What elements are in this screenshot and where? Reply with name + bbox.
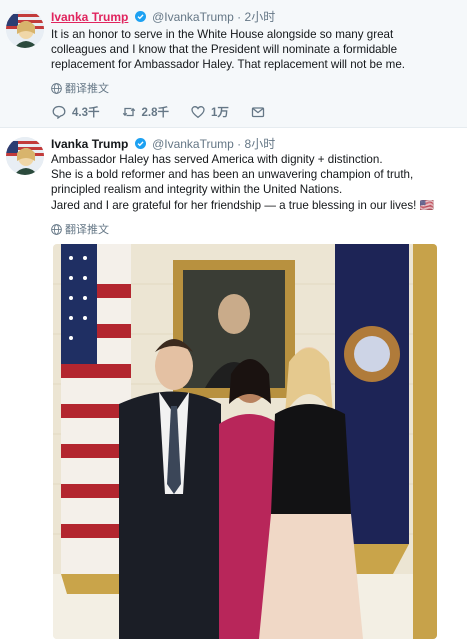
message-icon bbox=[251, 107, 265, 118]
timestamp[interactable]: 8小时 bbox=[245, 137, 276, 151]
translate-label: 翻译推文 bbox=[65, 224, 109, 236]
tweet-header: Ivanka Trump @IvankaTrump · 2小时 bbox=[51, 9, 275, 25]
tweet-1: Ivanka Trump @IvankaTrump · 2小时 It is an… bbox=[0, 0, 467, 128]
separator-dot: · bbox=[237, 137, 242, 151]
like-count: 1万 bbox=[211, 107, 229, 119]
like-icon bbox=[191, 106, 205, 119]
tweet-text: It is an honor to serve in the White Hou… bbox=[51, 28, 405, 72]
direct-message-button[interactable] bbox=[251, 105, 265, 119]
tweet-text: Ambassador Haley has served America with… bbox=[51, 153, 435, 212]
tweet-photo[interactable] bbox=[53, 244, 437, 639]
reply-icon bbox=[52, 105, 66, 119]
retweet-icon bbox=[122, 107, 135, 117]
separator-dot: · bbox=[237, 10, 242, 24]
tweet-actions: 4.3千 2.8千 1万 bbox=[52, 104, 287, 120]
author-name[interactable]: Ivanka Trump bbox=[51, 137, 128, 151]
like-button[interactable]: 1万 bbox=[191, 104, 229, 120]
timestamp[interactable]: 2小时 bbox=[245, 10, 276, 24]
translate-tweet-link[interactable]: 翻译推文 bbox=[51, 80, 109, 96]
verified-badge-icon bbox=[134, 138, 146, 149]
translate-tweet-link[interactable]: 翻译推文 bbox=[51, 221, 109, 237]
reply-count: 4.3千 bbox=[72, 107, 100, 119]
tweet-header: Ivanka Trump @IvankaTrump · 8小时 bbox=[51, 136, 275, 152]
globe-icon bbox=[51, 223, 62, 235]
author-name[interactable]: Ivanka Trump bbox=[51, 10, 128, 24]
author-handle[interactable]: @IvankaTrump bbox=[152, 10, 234, 24]
avatar[interactable] bbox=[6, 10, 44, 48]
globe-icon bbox=[51, 82, 62, 94]
reply-button[interactable]: 4.3千 bbox=[52, 104, 100, 120]
translate-label: 翻译推文 bbox=[65, 83, 109, 95]
verified-badge-icon bbox=[134, 11, 146, 22]
avatar[interactable] bbox=[6, 137, 44, 175]
author-handle[interactable]: @IvankaTrump bbox=[152, 137, 234, 151]
retweet-count: 2.8千 bbox=[141, 107, 170, 119]
tweet-2: Ivanka Trump @IvankaTrump · 8小时 Ambassad… bbox=[0, 129, 467, 644]
retweet-button[interactable]: 2.8千 bbox=[122, 104, 170, 120]
